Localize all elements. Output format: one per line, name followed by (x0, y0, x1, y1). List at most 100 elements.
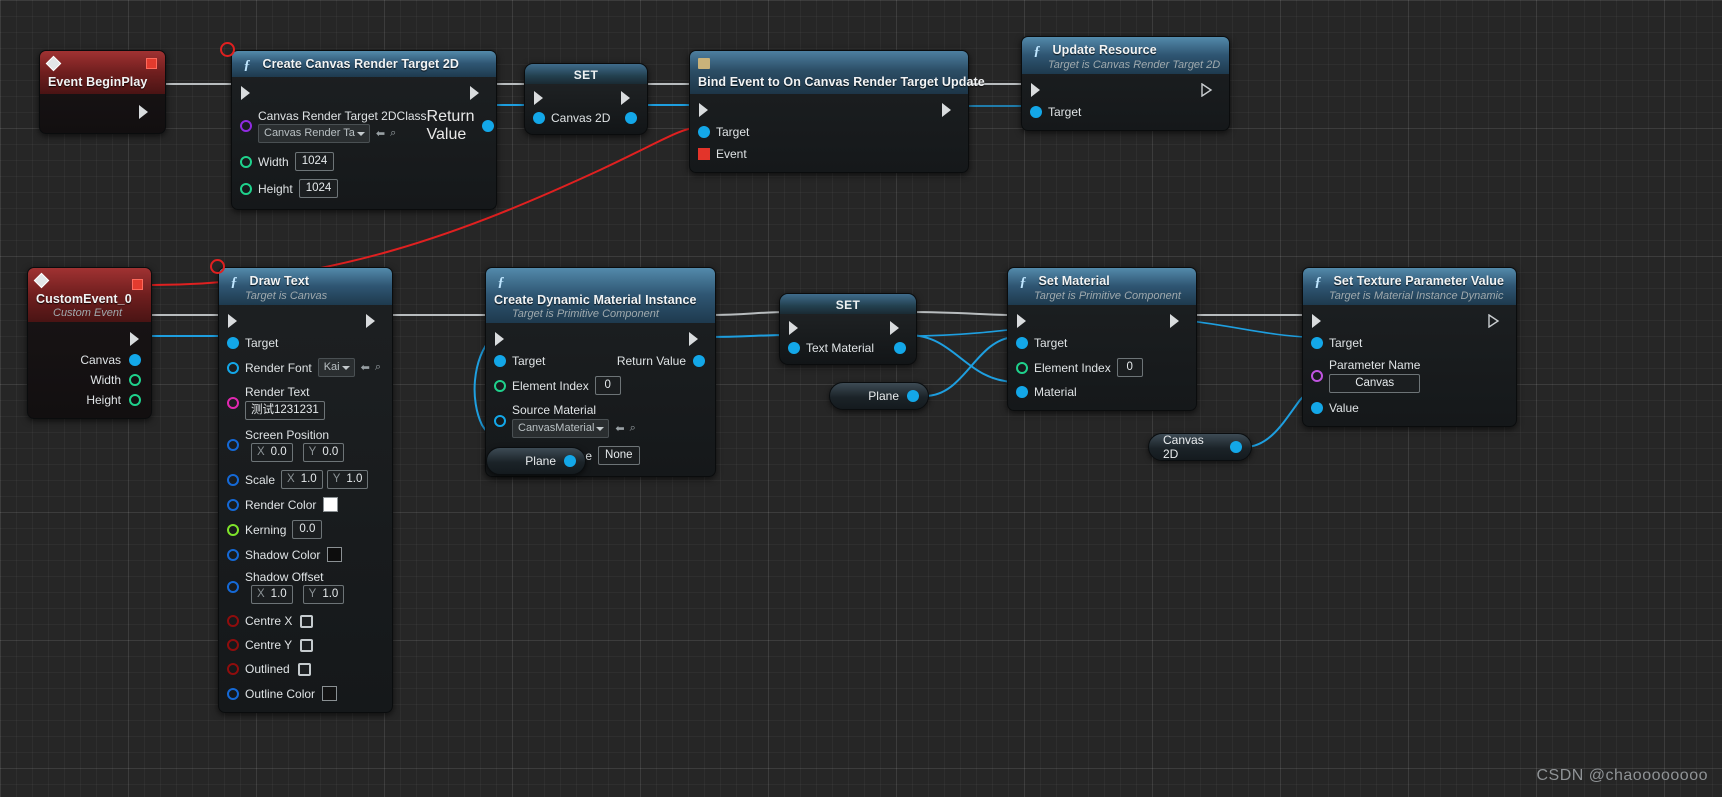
pin-row-centre-y[interactable]: Centre Y (219, 630, 392, 654)
screen-position-in-pin[interactable] (226, 438, 240, 452)
target-in-pin[interactable] (697, 125, 711, 139)
node-set-material[interactable]: ƒ Set Material Target is Primitive Compo… (1007, 267, 1197, 411)
pin-row-outline-color[interactable]: Outline Color (219, 678, 392, 703)
pin-row-exec[interactable] (1008, 311, 1196, 330)
scale-x-input[interactable]: X 1.0 (281, 470, 323, 489)
exec-in-pin[interactable] (1310, 313, 1324, 328)
canvas-out-pin[interactable] (128, 353, 142, 367)
plane-out-pin[interactable] (906, 389, 920, 403)
node-set-texture-parameter-value[interactable]: ƒ Set Texture Parameter Value Target is … (1302, 267, 1517, 427)
target-in-pin[interactable] (493, 354, 507, 368)
source-material-in-pin[interactable] (493, 414, 507, 428)
pin-row-kerning[interactable]: Kerning 0.0 (219, 514, 392, 541)
browse-search-icon[interactable]: ⌕ (630, 422, 636, 435)
shadow-offset-y-input[interactable]: Y 1.0 (302, 585, 345, 604)
text-material-out-pin[interactable] (893, 341, 907, 355)
plane-out-pin[interactable] (563, 454, 577, 468)
pin-row-exec[interactable] (1303, 311, 1516, 330)
pin-row-width[interactable]: Width 1024 (232, 146, 496, 173)
render-font-in-pin[interactable] (226, 361, 240, 375)
exec-in-pin[interactable] (239, 85, 253, 100)
pin-row-target[interactable]: Target (1303, 330, 1516, 352)
kerning-in-pin[interactable] (226, 523, 240, 537)
exec-out-pin[interactable] (128, 332, 142, 346)
element-index-input[interactable]: 0 (1116, 358, 1143, 377)
parameter-name-input[interactable]: Canvas (1329, 374, 1421, 393)
pin-row-material[interactable]: Material (1008, 379, 1196, 401)
exec-in-pin[interactable] (787, 320, 801, 335)
pin-row-exec[interactable] (1022, 80, 1229, 99)
pin-row-canvas[interactable]: Canvas (28, 350, 151, 369)
render-color-swatch[interactable] (323, 497, 339, 512)
outline-color-swatch[interactable] (322, 686, 338, 701)
canvas-2d-out-pin[interactable] (624, 111, 638, 125)
exec-in-pin[interactable] (532, 90, 546, 105)
exec-in-pin[interactable] (1029, 82, 1043, 97)
pin-row-exec-out[interactable] (28, 328, 151, 350)
pin-row-target[interactable]: Target (690, 119, 968, 141)
pin-row-canvas-render-target-2d-class[interactable]: Canvas Render Target 2DClass Canvas Rend… (232, 102, 496, 146)
centre-y-checkbox[interactable] (300, 638, 314, 652)
shadow-color-in-pin[interactable] (226, 548, 240, 562)
exec-out-pin[interactable] (888, 320, 902, 335)
exec-in-pin[interactable] (226, 313, 240, 328)
exec-out-pin[interactable] (1488, 313, 1502, 328)
pin-row-render-color[interactable]: Render Color (219, 491, 392, 514)
pin-row-exec[interactable] (525, 88, 647, 107)
target-in-pin[interactable] (226, 336, 240, 350)
node-update-resource[interactable]: ƒ Update Resource Target is Canvas Rende… (1021, 36, 1230, 131)
exec-out-pin[interactable] (468, 85, 482, 100)
outline-color-in-pin[interactable] (226, 687, 240, 701)
height-out-pin[interactable] (128, 393, 142, 407)
pin-row-exec[interactable] (219, 311, 392, 330)
node-set-text-material[interactable]: SET Text Material (779, 293, 917, 365)
pin-row-text-material[interactable]: Text Material (780, 337, 916, 357)
canvas-2d-out-pin[interactable] (1229, 440, 1243, 454)
value-in-pin[interactable] (1310, 401, 1324, 415)
pin-row-exec[interactable] (486, 329, 715, 348)
target-in-pin[interactable] (1015, 336, 1029, 350)
node-create-canvas-render-target-2d[interactable]: ƒ Create Canvas Render Target 2D Canvas … (231, 50, 497, 210)
optional-name-input[interactable]: None (598, 446, 640, 465)
return-value-out-pin[interactable] (481, 119, 495, 133)
width-in-pin[interactable] (239, 155, 253, 169)
browse-icons[interactable]: ⬅ ⌕ (376, 127, 396, 140)
shadow-color-swatch[interactable] (327, 547, 343, 562)
node-set-canvas-2d[interactable]: SET Canvas 2D (524, 63, 648, 135)
centre-y-in-pin[interactable] (226, 638, 240, 652)
node-create-dynamic-material-instance[interactable]: ƒ Create Dynamic Material Instance Targe… (485, 267, 716, 477)
screen-position-x-input[interactable]: X 0.0 (251, 443, 293, 462)
kerning-input[interactable]: 0.0 (292, 520, 323, 539)
text-material-in-pin[interactable] (787, 341, 801, 355)
render-text-in-pin[interactable] (226, 396, 240, 410)
blueprint-graph-canvas[interactable]: Event BeginPlay ƒ Create Canvas Render T… (0, 0, 1722, 797)
pin-row-canvas-2d[interactable]: Canvas 2D (525, 107, 647, 127)
node-variable-canvas-2d[interactable]: Canvas 2D (1148, 433, 1252, 461)
browse-icons[interactable]: ⬅ ⌕ (615, 422, 635, 435)
exec-out-pin[interactable] (1168, 313, 1182, 328)
event-delegate-in-pin[interactable] (697, 147, 711, 161)
pin-row-exec-out[interactable] (40, 100, 165, 124)
pin-row-width[interactable]: Width (28, 369, 151, 389)
class-in-pin[interactable] (239, 119, 253, 133)
scale-in-pin[interactable] (226, 473, 240, 487)
pin-row-centre-x[interactable]: Centre X (219, 606, 392, 630)
render-color-in-pin[interactable] (226, 498, 240, 512)
pin-row-target[interactable]: Target Return Value (486, 348, 715, 370)
exec-out-pin[interactable] (1201, 82, 1215, 97)
screen-position-y-input[interactable]: Y 0.0 (302, 443, 345, 462)
node-variable-plane-1[interactable]: Plane (486, 447, 586, 475)
pin-row-exec[interactable] (232, 83, 496, 102)
class-dropdown[interactable]: Canvas Render Ta (258, 124, 370, 143)
browse-search-icon[interactable]: ⌕ (375, 361, 381, 374)
pin-row-event[interactable]: Event (690, 141, 968, 163)
exec-out-pin[interactable] (364, 313, 378, 328)
pin-row-target[interactable]: Target (1008, 330, 1196, 352)
exec-out-pin[interactable] (137, 105, 151, 119)
use-selected-arrow-icon[interactable]: ⬅ (615, 422, 624, 435)
pin-row-element-index[interactable]: Element Index 0 (486, 370, 715, 397)
shadow-offset-in-pin[interactable] (226, 580, 240, 594)
height-in-pin[interactable] (239, 182, 253, 196)
node-variable-plane-2[interactable]: Plane (829, 382, 929, 410)
element-index-input[interactable]: 0 (594, 376, 621, 395)
